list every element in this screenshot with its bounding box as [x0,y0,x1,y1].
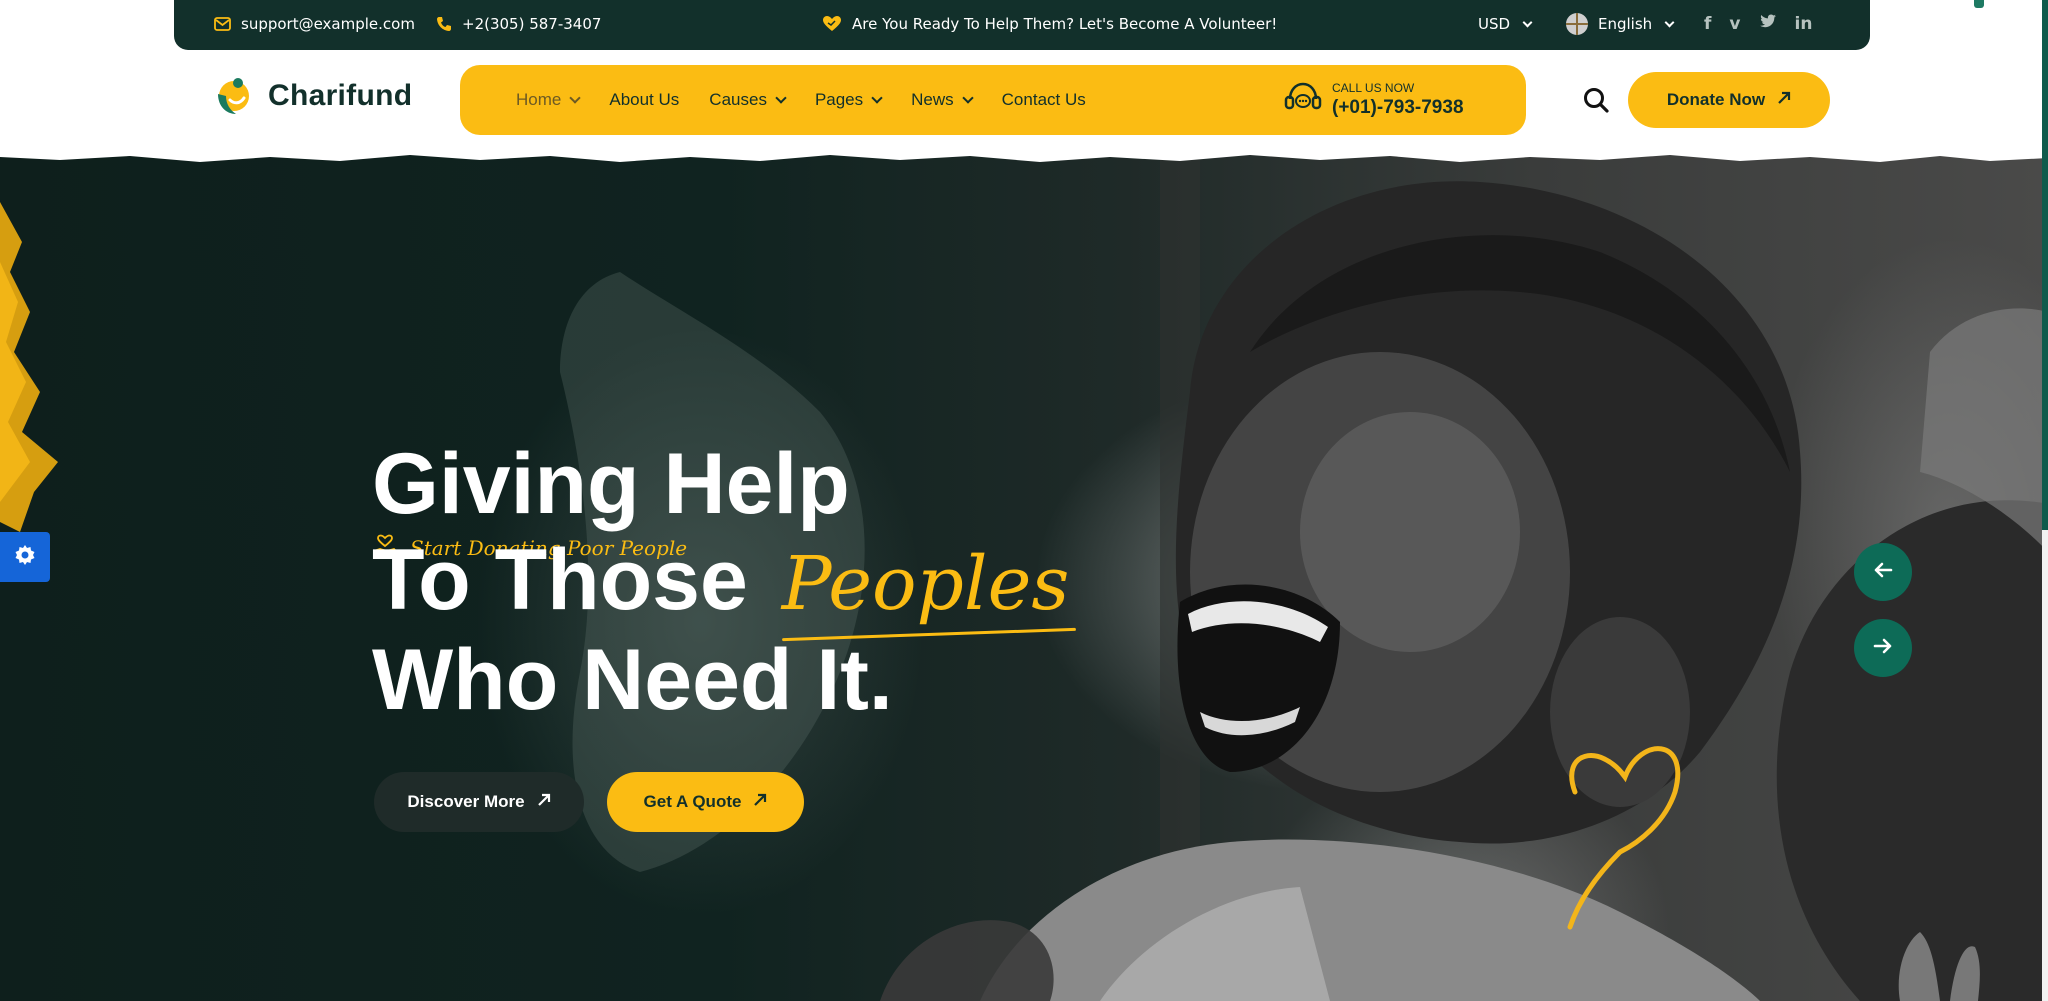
main-nav: Home About Us Causes Pages News Contact … [516,65,1086,135]
headline-line-2: To Those Peoples [372,532,1069,632]
heart-hands-icon [822,15,842,33]
headline-line-3: Who Need It. [372,632,893,728]
settings-gear-button[interactable] [0,532,50,582]
gear-icon [14,544,36,570]
nav-item-home[interactable]: Home [516,90,582,110]
nav-item-causes[interactable]: Causes [709,90,787,110]
facebook-icon[interactable]: f [1704,14,1711,34]
get-a-quote-label[interactable]: Get A Quote [644,792,742,812]
nav-item-about-us[interactable]: About Us [609,90,679,110]
topbar-email[interactable]: support@example.com [214,0,415,48]
call-us[interactable]: CALL US NOW (+01)-793-7938 [1284,75,1464,125]
language-select[interactable]: English [1566,0,1675,48]
logo[interactable]: Charifund [212,74,412,118]
call-number[interactable]: (+01)-793-7938 [1332,97,1464,119]
nav-item-news[interactable]: News [911,90,974,110]
currency-select[interactable]: USD [1478,0,1533,48]
headset-icon [1284,81,1322,119]
slider-next-button[interactable] [1854,619,1912,677]
headline-accent-word: Peoples [782,536,1070,632]
search-icon[interactable] [1582,86,1610,114]
main-nav-bar: Home About Us Causes Pages News Contact … [460,53,1682,147]
language-value[interactable]: English [1598,15,1652,33]
discover-more-button[interactable]: Discover More [374,772,584,832]
topbar-email-text[interactable]: support@example.com [241,15,415,33]
mail-icon [214,17,231,31]
hero-slider: Start Donating Poor People Giving Help T… [0,152,2048,1001]
chevron-down-icon [775,91,787,104]
arrow-up-right-icon [537,792,551,812]
nav-item-label[interactable]: Home [516,90,561,110]
announcement-text: Are You Ready To Help Them? Let's Become… [852,15,1278,33]
brush-stroke-decoration [0,202,58,532]
nav-item-label[interactable]: Pages [815,90,863,110]
headline-line-1: Giving Help [372,436,850,532]
call-label: CALL US NOW [1332,81,1415,95]
get-a-quote-button[interactable]: Get A Quote [607,772,804,832]
arrow-up-right-icon [753,792,767,812]
chevron-down-icon [1522,17,1533,27]
accent-stripe [1974,0,1984,8]
donate-now-button[interactable]: Donate Now [1628,72,1830,128]
nav-item-label[interactable]: News [911,90,954,110]
hero-headline: Giving Help To Those Peoples Who Need It… [372,436,1069,728]
torn-edge [0,152,2048,162]
chevron-down-icon [871,91,883,104]
nav-item-pages[interactable]: Pages [815,90,883,110]
nav-item-label[interactable]: Causes [709,90,767,110]
headline-line-2-text: To Those [372,532,748,628]
chevron-down-icon [569,91,582,104]
top-bar: support@example.com +2(305) 587-3407 Are… [174,0,1984,50]
scrollbar-thumb[interactable] [2042,0,2048,530]
arrow-up-right-icon [1777,90,1791,110]
topbar-phone-text[interactable]: +2(305) 587-3407 [462,15,601,33]
discover-more-label[interactable]: Discover More [407,792,524,812]
flag-icon [1566,13,1588,35]
vimeo-icon[interactable]: v [1729,14,1740,34]
chevron-down-icon [961,91,974,104]
slider-prev-button[interactable] [1854,543,1912,601]
currency-value[interactable]: USD [1478,15,1510,33]
logo-icon [212,74,256,118]
donate-label[interactable]: Donate Now [1667,90,1765,110]
linkedin-icon[interactable]: in [1795,14,1813,34]
page-scrollbar[interactable] [2042,0,2048,1001]
twitter-icon[interactable] [1759,14,1777,34]
social-links: f v in [1704,0,1812,48]
chevron-down-icon [1664,17,1675,27]
nav-item-label[interactable]: Contact Us [1002,90,1086,110]
topbar-announcement: Are You Ready To Help Them? Let's Become… [822,0,1277,48]
nav-item-contact-us[interactable]: Contact Us [1002,90,1086,110]
call-text: CALL US NOW (+01)-793-7938 [1332,81,1464,119]
nav-item-label[interactable]: About Us [609,90,679,110]
topbar-phone[interactable]: +2(305) 587-3407 [436,0,601,48]
arrow-right-icon [1873,638,1893,658]
arrow-left-icon [1873,562,1893,582]
phone-icon [436,16,452,32]
logo-text[interactable]: Charifund [268,79,412,113]
